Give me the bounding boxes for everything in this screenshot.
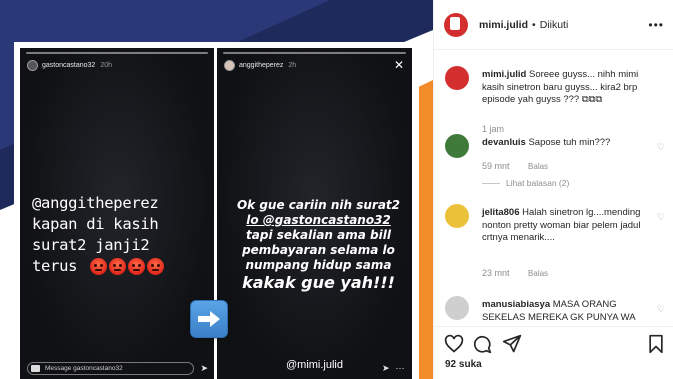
comment-time: 23 mnt <box>482 268 510 278</box>
heart-icon[interactable] <box>444 334 464 354</box>
story-time: 20h <box>100 61 113 69</box>
comment-text: devanluis Sapose tuh min??? <box>482 137 651 150</box>
send-icon: ➤ <box>200 362 208 373</box>
comment-item: devanluis Sapose tuh min??? ♡ 59 mnt Bal… <box>445 134 665 194</box>
story-text-line: Ok gue cariin nih surat2 <box>236 198 401 212</box>
story-screenshot-right: anggitheperez 2h ✕ Ok gue cariin nih sur… <box>217 48 412 379</box>
author-avatar[interactable] <box>445 66 469 90</box>
view-replies-button[interactable]: Lihat balasan (2) <box>482 178 569 188</box>
story-avatar <box>224 59 235 71</box>
story-header: gastoncastano32 20h <box>27 58 206 72</box>
story-avatar <box>27 59 38 71</box>
comment-item: jelita806 Halah sinetron lg....mending n… <box>445 204 665 280</box>
bookmark-icon[interactable] <box>647 334 665 354</box>
caption-username[interactable]: mimi.julid <box>482 69 526 80</box>
caption-time: 1 jam <box>482 124 505 134</box>
caption-text: mimi.julid Soreee guyss... nihh mimi kas… <box>482 69 651 107</box>
commenter-avatar[interactable] <box>445 296 469 320</box>
comment-username[interactable]: manusiabiasya <box>482 299 550 310</box>
story-text-line: @anggitheperez <box>32 194 159 212</box>
instagram-post-panel: mimi.julid • Diikuti ••• mimi.julid Sore… <box>433 0 673 379</box>
comment-username[interactable]: devanluis <box>482 137 526 148</box>
story-text-line: lo @gastoncastano32 <box>246 213 391 227</box>
comment-icon[interactable] <box>472 334 492 354</box>
comment-meta: 59 mnt Balas <box>482 161 548 171</box>
likes-count[interactable]: 92 suka <box>445 359 482 370</box>
comment-text: manusiabiasya MASA ORANG SEKELAS MEREKA … <box>482 299 651 324</box>
story-text-line: tapi sekalian ama bill <box>246 228 391 242</box>
story-reply-text: Ok gue cariin nih surat2 lo @gastoncasta… <box>231 198 406 293</box>
like-comment-icon[interactable]: ♡ <box>657 142 665 153</box>
story-header: anggitheperez 2h ✕ <box>224 58 404 72</box>
more-options-icon[interactable]: ••• <box>648 18 664 32</box>
separator-dot: • <box>532 18 536 31</box>
reply-button[interactable]: Balas <box>528 162 548 171</box>
angry-emoji-row <box>90 258 165 275</box>
commenter-avatar[interactable] <box>445 204 469 228</box>
story-text-line: surat2 janji2 <box>32 236 150 254</box>
comment-item: manusiabiasya MASA ORANG SEKELAS MEREKA … <box>445 296 665 326</box>
story-text: @anggitheperez kapan di kasih surat2 jan… <box>32 193 214 277</box>
comment-meta: 23 mnt Balas <box>482 268 548 278</box>
like-comment-icon[interactable]: ♡ <box>657 304 665 315</box>
angry-face-icon <box>147 258 165 275</box>
share-icon[interactable] <box>502 334 522 354</box>
story-reply-bar: Message gastoncastano32 ➤ <box>27 361 208 375</box>
story-reply-placeholder: Message gastoncastano32 <box>45 364 123 372</box>
story-text-line: terus <box>32 257 78 275</box>
story-username: gastoncastano32 <box>42 61 96 69</box>
arrow-right-icon <box>190 300 228 338</box>
angry-face-icon <box>109 258 127 275</box>
story-screenshot-left: gastoncastano32 20h @anggitheperez kapan… <box>20 48 214 379</box>
story-text-line-with-emoji: terus <box>32 256 214 277</box>
reply-button[interactable]: Balas <box>528 269 548 278</box>
story-text-line: pembayaran selama lo <box>242 243 395 257</box>
story-reply-bar: ➤ ⋯ <box>376 361 406 375</box>
comment-body: Sapose tuh min??? <box>528 137 611 148</box>
post-actions-bar <box>434 326 673 362</box>
caption: mimi.julid Soreee guyss... nihh mimi kas… <box>445 66 665 136</box>
story-text-line: numpang hidup sama <box>245 258 392 272</box>
follow-status-button[interactable]: Diikuti <box>540 19 569 31</box>
comment-text: jelita806 Halah sinetron lg....mending n… <box>482 207 651 245</box>
author-avatar[interactable] <box>444 12 468 37</box>
commenter-avatar[interactable] <box>445 134 469 158</box>
like-comment-icon[interactable]: ♡ <box>657 212 665 223</box>
comment-time: 59 mnt <box>482 161 510 171</box>
story-progress-bar <box>26 52 208 54</box>
comments-list[interactable]: mimi.julid Soreee guyss... nihh mimi kas… <box>434 58 673 326</box>
story-progress-bar <box>223 52 406 54</box>
story-text-line: kakak gue yah!!! <box>242 273 395 292</box>
more-icon: ⋯ <box>395 362 405 373</box>
camera-icon <box>31 364 40 372</box>
author-username[interactable]: mimi.julid <box>479 19 528 31</box>
send-icon: ➤ <box>382 362 390 373</box>
comment-username[interactable]: jelita806 <box>482 207 520 218</box>
angry-face-icon <box>90 258 108 275</box>
story-username: anggitheperez <box>239 61 284 69</box>
story-text-line: kapan di kasih <box>32 215 159 233</box>
close-icon: ✕ <box>393 58 404 72</box>
angry-face-icon <box>128 258 146 275</box>
story-reply-input: Message gastoncastano32 <box>27 361 195 375</box>
post-header: mimi.julid • Diikuti ••• <box>434 0 673 50</box>
story-time: 2h <box>288 61 297 69</box>
